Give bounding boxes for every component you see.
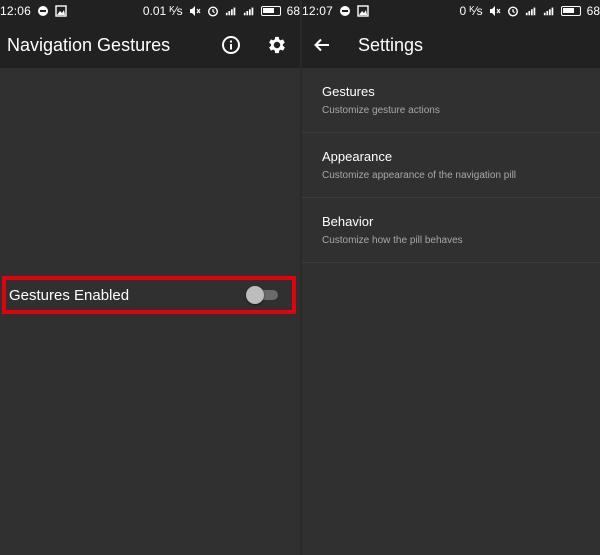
item-subtitle: Customize gesture actions (322, 105, 440, 116)
image-icon (357, 5, 369, 17)
item-subtitle: Customize how the pill behaves (322, 235, 463, 246)
alarm-icon (507, 6, 518, 17)
status-time: 12:07 (302, 4, 334, 18)
mute-icon (189, 6, 201, 16)
network-speed: 0.01 ᴷ⁄s (142, 4, 183, 18)
notification-icon (38, 6, 49, 16)
item-title: Behavior (322, 214, 374, 229)
battery-percent: 68 (286, 4, 300, 18)
info-button[interactable] (208, 22, 254, 68)
settings-screen: 12:07 0 ᴷ⁄s 68 Settings Gestures Customi… (302, 0, 600, 555)
signal-icon (243, 7, 253, 16)
battery-icon (260, 6, 281, 16)
item-title: Appearance (322, 149, 393, 164)
gear-icon (269, 36, 285, 54)
back-button[interactable] (304, 22, 340, 68)
settings-list: Gestures Customize gesture actions Appea… (302, 68, 600, 263)
app-bar: Settings (302, 22, 600, 68)
notification-icon (340, 6, 351, 16)
settings-item-gestures[interactable]: Gestures Customize gesture actions (302, 68, 600, 133)
signal-icon (543, 7, 553, 16)
switch-thumb (246, 286, 264, 304)
status-time: 12:06 (0, 4, 32, 18)
arrow-left-icon (314, 38, 329, 52)
item-title: Gestures (322, 84, 375, 99)
gestures-enabled-label: Gestures Enabled (9, 286, 130, 304)
page-title: Navigation Gestures (7, 34, 171, 55)
settings-button[interactable] (254, 22, 300, 68)
signal-4g-icon (225, 7, 235, 16)
image-icon (55, 5, 67, 17)
app-bar: Navigation Gestures (0, 22, 300, 68)
signal-4g-icon (525, 7, 535, 16)
main-screen: 12:06 0.01 ᴷ⁄s 68 Navigation Gestures Ge… (0, 0, 300, 555)
status-bar: 12:07 0 ᴷ⁄s 68 (302, 0, 600, 22)
status-bar: 12:06 0.01 ᴷ⁄s 68 (0, 0, 300, 22)
item-subtitle: Customize appearance of the navigation p… (322, 170, 517, 181)
mute-icon (489, 6, 501, 16)
gestures-enabled-row[interactable]: Gestures Enabled (2, 276, 296, 314)
battery-percent: 68 (586, 4, 600, 18)
info-icon (222, 36, 240, 54)
settings-item-appearance[interactable]: Appearance Customize appearance of the n… (302, 133, 600, 198)
gestures-enabled-switch[interactable] (246, 285, 280, 305)
network-speed: 0 ᴷ⁄s (459, 4, 483, 18)
alarm-icon (207, 6, 218, 17)
settings-item-behavior[interactable]: Behavior Customize how the pill behaves (302, 198, 600, 263)
page-title: Settings (358, 34, 424, 55)
battery-icon (560, 6, 581, 16)
